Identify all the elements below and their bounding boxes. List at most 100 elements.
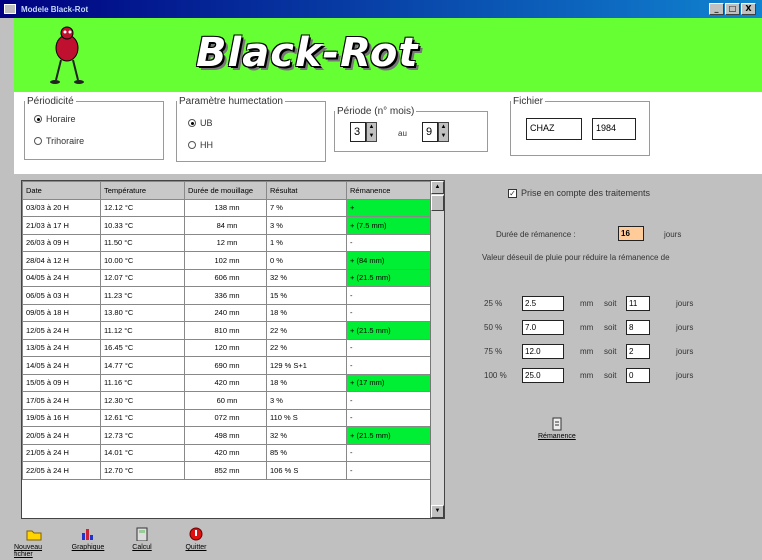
- results-table[interactable]: Date Température Durée de mouillage Résu…: [21, 180, 445, 519]
- cell-duree: 072 mn: [184, 408, 267, 427]
- cell-duree: 606 mn: [184, 268, 267, 287]
- table-row[interactable]: 22/05 à 24 H 12.70 °C 852 mn 106 % S-: [22, 461, 433, 480]
- mm-label: mm: [580, 347, 594, 356]
- table-row[interactable]: 03/03 à 20 H 12.12 °C 138 mn 7 % +: [22, 198, 433, 217]
- title-bar: Modele Black-Rot _ □ X: [0, 0, 762, 18]
- soit-label: soit: [604, 371, 617, 380]
- seuil-input[interactable]: 7.0: [522, 320, 564, 335]
- cell-temperature: 10.33 °C: [100, 216, 185, 235]
- scroll-thumb[interactable]: [431, 195, 444, 211]
- radio-dot: [188, 141, 196, 149]
- bottom-toolbar: Nouveau fichier Graphique Calcul Quitter: [14, 527, 216, 560]
- col-header-date[interactable]: Date: [22, 181, 101, 200]
- col-header-duree[interactable]: Durée de mouillage: [184, 181, 267, 200]
- table-row[interactable]: 28/04 à 12 H 10.00 °C 102 mn 0 % + (84 mm): [22, 251, 433, 270]
- traitements-checkbox[interactable]: ✓ Prise en compte des traitements: [508, 188, 650, 198]
- table-row[interactable]: 04/05 à 24 H 12.07 °C 606 mn 32 % + (21.5 mm…: [22, 268, 433, 287]
- cell-temperature: 11.50 °C: [100, 233, 185, 252]
- cell-resultat: 85 %: [266, 443, 347, 462]
- radio-horaire[interactable]: Horaire: [34, 114, 76, 124]
- scroll-up-icon[interactable]: ▲: [431, 181, 444, 194]
- table-row[interactable]: 09/05 à 18 H 13.80 °C 240 mn 18 % -: [22, 303, 433, 322]
- cell-remanence: -: [346, 338, 433, 357]
- nouveau-fichier-button[interactable]: Nouveau fichier: [14, 527, 54, 560]
- cell-remanence: -: [346, 356, 433, 375]
- maximize-button[interactable]: □: [725, 3, 740, 15]
- pct-label: 25 %: [484, 299, 503, 308]
- radio-trihoraire[interactable]: Trihoraire: [34, 136, 84, 146]
- fichier-name-field[interactable]: CHAZ: [526, 118, 582, 140]
- cell-temperature: 12.12 °C: [100, 198, 185, 217]
- fichier-year-field[interactable]: 1984: [592, 118, 636, 140]
- app-icon: [4, 4, 16, 14]
- duree-remanence-input[interactable]: 16: [618, 226, 644, 241]
- cell-resultat: 3 %: [266, 391, 347, 410]
- cell-duree: 102 mn: [184, 251, 267, 270]
- periode-from-value[interactable]: 3: [350, 122, 366, 142]
- cell-date: 20/05 à 24 H: [22, 426, 101, 445]
- col-header-resultat[interactable]: Résultat: [266, 181, 347, 200]
- table-row[interactable]: 15/05 à 09 H 11.16 °C 420 mn 18 % + (17 mm): [22, 373, 433, 392]
- tool-label: Calcul: [132, 544, 152, 551]
- radio-ub[interactable]: UB: [188, 118, 213, 128]
- cell-resultat: 18 %: [266, 373, 347, 392]
- quitter-button[interactable]: Quitter: [176, 527, 216, 560]
- col-header-temperature[interactable]: Température: [100, 181, 185, 200]
- mm-label: mm: [580, 299, 594, 308]
- seuil-input[interactable]: 2.5: [522, 296, 564, 311]
- days-field[interactable]: 2: [626, 344, 650, 359]
- cell-temperature: 14.01 °C: [100, 443, 185, 462]
- cell-remanence: -: [346, 286, 433, 305]
- periode-from-spinner[interactable]: 3 ▲ ▼: [350, 122, 377, 142]
- col-header-remanence[interactable]: Rémanence: [346, 181, 433, 200]
- radio-hh[interactable]: HH: [188, 140, 213, 150]
- table-row[interactable]: 12/05 à 24 H 11.12 °C 810 mn 22 % + (21.5 mm…: [22, 321, 433, 340]
- seuil-text: Valeur déseuil de pluie pour réduire la …: [482, 253, 670, 262]
- seuil-input[interactable]: 25.0: [522, 368, 564, 383]
- table-row[interactable]: 26/03 à 09 H 11.50 °C 12 mn 1 % -: [22, 233, 433, 252]
- pct-label: 100 %: [484, 371, 507, 380]
- days-field[interactable]: 0: [626, 368, 650, 383]
- days-field[interactable]: 11: [626, 296, 650, 311]
- cell-temperature: 14.77 °C: [100, 356, 185, 375]
- cell-temperature: 12.61 °C: [100, 408, 185, 427]
- days-unit: jours: [676, 299, 694, 308]
- table-row[interactable]: 13/05 à 24 H 16.45 °C 120 mn 22 % -: [22, 338, 433, 357]
- table-row[interactable]: 19/05 à 16 H 12.61 °C 072 mn 110 % S-: [22, 408, 433, 427]
- cell-date: 22/05 à 24 H: [22, 461, 101, 480]
- radio-label: UB: [200, 118, 213, 128]
- cell-resultat: 7 %: [266, 198, 347, 217]
- options-panel: Périodicité Horaire Trihoraire Paramètre…: [14, 92, 762, 174]
- days-field[interactable]: 8: [626, 320, 650, 335]
- cell-date: 13/05 à 24 H: [22, 338, 101, 357]
- table-row[interactable]: 21/05 à 24 H 14.01 °C 420 mn 85 % -: [22, 443, 433, 462]
- table-row[interactable]: 06/05 à 03 H 11.23 °C 336 mn 15 % -: [22, 286, 433, 305]
- spin-arrows-icon[interactable]: ▲ ▼: [366, 122, 377, 142]
- cell-duree: 810 mn: [184, 321, 267, 340]
- calcul-button[interactable]: Calcul: [122, 527, 162, 560]
- scroll-down-icon[interactable]: ▼: [431, 505, 444, 518]
- remanence-button-label: Rémanence: [538, 433, 576, 440]
- table-row[interactable]: 20/05 à 24 H 12.73 °C 498 mn 32 % + (21.5 mm…: [22, 426, 433, 445]
- cell-temperature: 12.70 °C: [100, 461, 185, 480]
- seuil-input[interactable]: 12.0: [522, 344, 564, 359]
- graphique-button[interactable]: Graphique: [68, 527, 108, 560]
- table-row[interactable]: 17/05 à 24 H 12.30 °C 60 mn 3 % -: [22, 391, 433, 410]
- radio-dot: [34, 115, 42, 123]
- table-row[interactable]: 14/05 à 24 H 14.77 °C 690 mn 129 % S+1-: [22, 356, 433, 375]
- spin-arrows-icon[interactable]: ▲ ▼: [438, 122, 449, 142]
- close-button[interactable]: X: [741, 3, 756, 15]
- table-scrollbar[interactable]: ▲ ▼: [430, 181, 444, 518]
- minimize-button[interactable]: _: [709, 3, 724, 15]
- cell-date: 28/04 à 12 H: [22, 251, 101, 270]
- cell-duree: 60 mn: [184, 391, 267, 410]
- periode-to-value[interactable]: 9: [422, 122, 438, 142]
- app-window: Modele Black-Rot _ □ X Black-Rot Périodi…: [0, 0, 762, 560]
- cell-resultat: 32 %: [266, 426, 347, 445]
- cell-remanence: + (21.5 mm): [346, 321, 433, 340]
- check-icon[interactable]: ✓: [508, 188, 517, 198]
- periode-to-spinner[interactable]: 9 ▲ ▼: [422, 122, 449, 142]
- cell-temperature: 13.80 °C: [100, 303, 185, 322]
- remanence-button[interactable]: Rémanence: [538, 417, 576, 440]
- table-row[interactable]: 21/03 à 17 H 10.33 °C 84 mn 3 % + (7.5 mm): [22, 216, 433, 235]
